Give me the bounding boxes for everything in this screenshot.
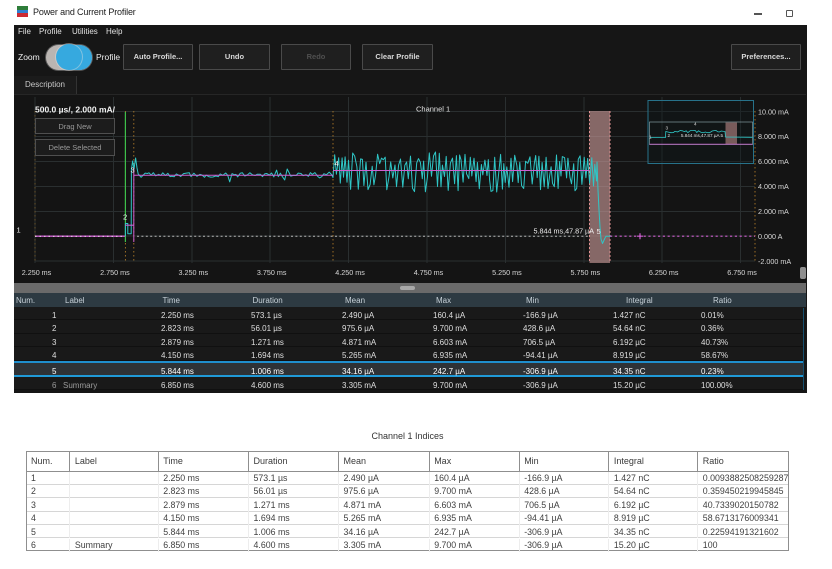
- svg-text:3: 3: [131, 166, 135, 175]
- svg-text:Delete Selected: Delete Selected: [49, 143, 102, 152]
- svg-text:-2.000 mA: -2.000 mA: [758, 257, 791, 266]
- svg-text:6.000 mA: 6.000 mA: [758, 157, 789, 166]
- svg-text:4: 4: [335, 159, 339, 168]
- svg-text:500.0 µs/, 2.000 mA/: 500.0 µs/, 2.000 mA/: [35, 105, 116, 115]
- svg-text:3.750 ms: 3.750 ms: [257, 268, 287, 277]
- svg-text:6.750 ms: 6.750 ms: [727, 268, 757, 277]
- svg-text:2: 2: [668, 133, 671, 138]
- svg-text:5: 5: [597, 227, 601, 236]
- svg-text:3: 3: [666, 126, 669, 131]
- svg-text:2.750 ms: 2.750 ms: [100, 268, 130, 277]
- svg-text:5.250 ms: 5.250 ms: [492, 268, 522, 277]
- svg-text:1: 1: [649, 135, 652, 140]
- svg-text:4: 4: [694, 122, 697, 127]
- svg-text:6.250 ms: 6.250 ms: [649, 268, 679, 277]
- svg-text:2.000 mA: 2.000 mA: [758, 207, 789, 216]
- svg-text:10.00 mA: 10.00 mA: [758, 107, 789, 116]
- svg-text:3.250 ms: 3.250 ms: [179, 268, 209, 277]
- svg-text:5.844 ms,47.87 µA 5: 5.844 ms,47.87 µA 5: [681, 133, 724, 138]
- svg-text:2: 2: [123, 213, 127, 222]
- svg-text:1: 1: [17, 226, 21, 235]
- svg-text:5.750 ms: 5.750 ms: [571, 268, 601, 277]
- svg-text:0.000 A: 0.000 A: [758, 232, 783, 241]
- svg-text:Channel 1: Channel 1: [416, 105, 450, 114]
- svg-text:2.250 ms: 2.250 ms: [22, 268, 52, 277]
- svg-text:4.250 ms: 4.250 ms: [335, 268, 365, 277]
- svg-text:4.750 ms: 4.750 ms: [414, 268, 444, 277]
- svg-text:4.000 mA: 4.000 mA: [758, 182, 789, 191]
- svg-text:Drag New: Drag New: [58, 122, 92, 131]
- svg-text:8.000 mA: 8.000 mA: [758, 132, 789, 141]
- svg-text:5.844 ms,47.87 µA: 5.844 ms,47.87 µA: [534, 227, 595, 236]
